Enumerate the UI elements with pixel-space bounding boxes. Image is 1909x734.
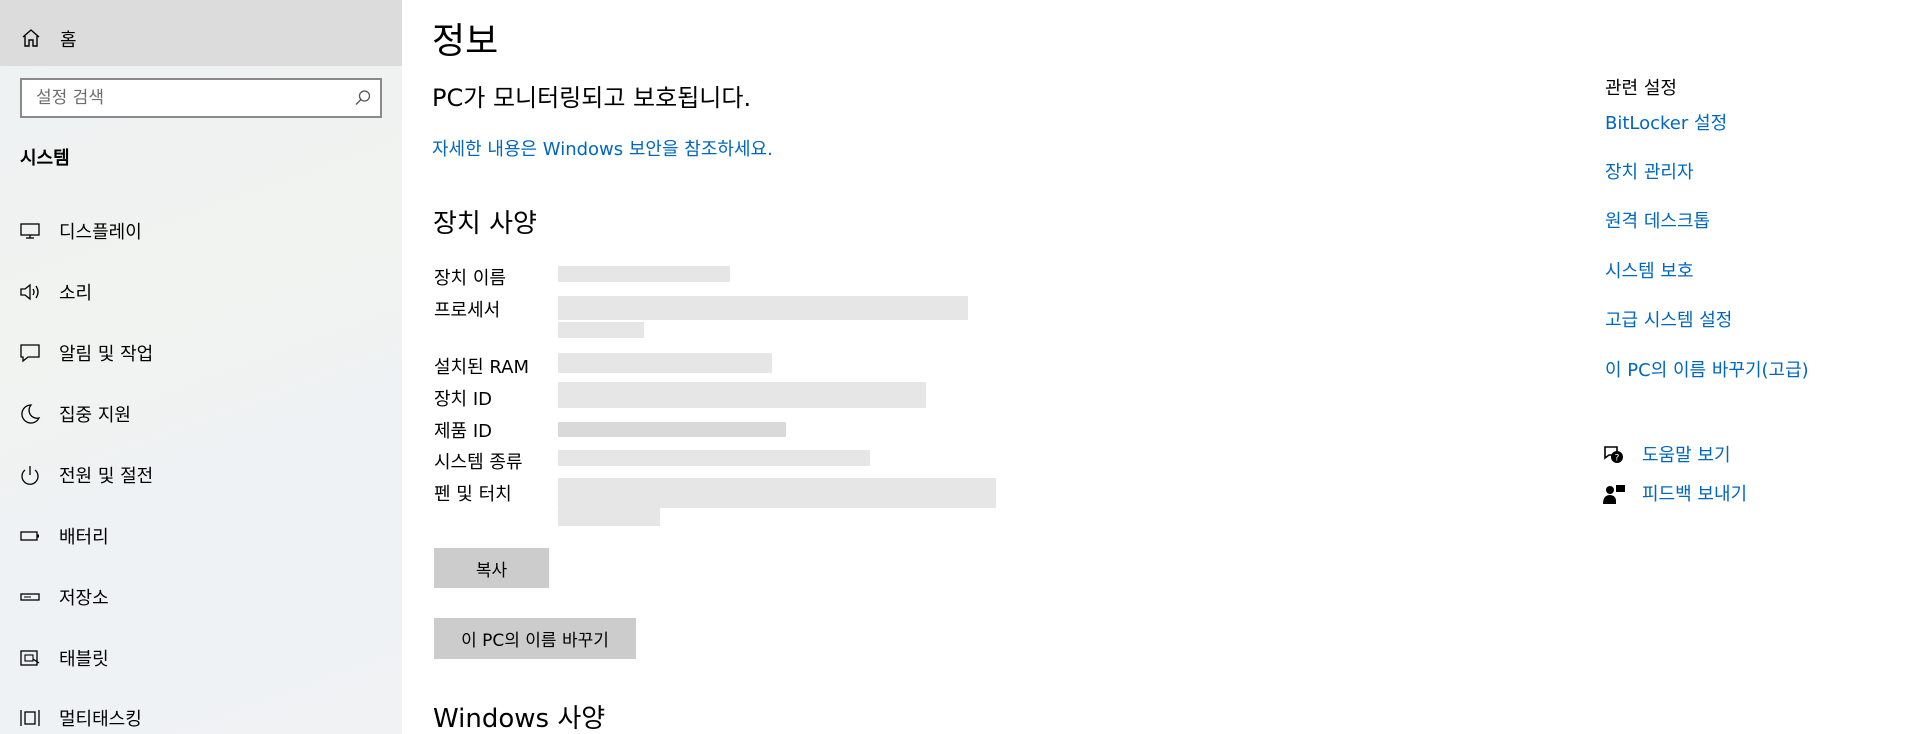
redacted-processor <box>558 296 968 320</box>
spec-label-pen-touch: 펜 및 터치 <box>434 484 512 505</box>
sidebar-item-multitasking[interactable]: 멀티태스킹 <box>0 689 402 734</box>
redacted-ram <box>558 353 772 373</box>
bitlocker-link[interactable]: BitLocker 설정 <box>1605 109 1727 135</box>
redacted-product-id <box>558 422 786 437</box>
sidebar-item-label: 전원 및 절전 <box>59 466 154 487</box>
notification-icon <box>20 344 40 363</box>
sidebar-item-notifications[interactable]: 알림 및 작업 <box>0 324 402 380</box>
remote-desktop-link[interactable]: 원격 데스크톱 <box>1605 207 1710 233</box>
search-input[interactable] <box>22 80 342 116</box>
tablet-icon <box>20 650 40 666</box>
sidebar-item-label: 멀티태스킹 <box>59 709 142 730</box>
device-specs-heading: 장치 사양 <box>433 209 537 239</box>
spec-label-product-id: 제품 ID <box>434 421 493 442</box>
protection-status: PC가 모니터링되고 보호됩니다. <box>432 84 752 112</box>
rename-pc-advanced-link[interactable]: 이 PC의 이름 바꾸기(고급) <box>1605 356 1809 382</box>
multitasking-icon <box>20 710 40 726</box>
device-manager-link[interactable]: 장치 관리자 <box>1605 158 1694 184</box>
page-title: 정보 <box>432 21 499 62</box>
get-help-label: 도움말 보기 <box>1642 445 1731 466</box>
sidebar-section-title: 시스템 <box>20 148 70 169</box>
spec-label-processor: 프로세서 <box>434 300 501 321</box>
power-icon <box>21 466 39 485</box>
sidebar-item-battery[interactable]: 배터리 <box>0 507 402 563</box>
sidebar-home-label: 홈 <box>60 30 77 51</box>
sidebar-item-label: 배터리 <box>59 527 109 548</box>
sound-icon <box>20 283 39 301</box>
related-settings-title: 관련 설정 <box>1605 78 1677 99</box>
rename-pc-button[interactable]: 이 PC의 이름 바꾸기 <box>434 618 636 659</box>
storage-icon <box>20 593 40 601</box>
svg-text:?: ? <box>1615 454 1620 464</box>
sidebar: 홈 시스템 디스플레이 소리 알림 및 작업 <box>0 0 402 734</box>
display-icon <box>20 223 40 239</box>
windows-specs-heading: Windows 사양 <box>433 704 606 734</box>
sidebar-item-label: 알림 및 작업 <box>59 344 154 365</box>
sidebar-item-label: 소리 <box>59 283 93 304</box>
sidebar-home[interactable]: 홈 <box>0 0 402 66</box>
focus-assist-icon <box>21 404 41 424</box>
home-icon <box>22 29 40 47</box>
sidebar-item-label: 저장소 <box>59 588 109 609</box>
sidebar-item-power[interactable]: 전원 및 절전 <box>0 446 402 502</box>
advanced-system-settings-link[interactable]: 고급 시스템 설정 <box>1605 306 1732 332</box>
battery-icon <box>20 531 39 541</box>
sidebar-item-label: 태블릿 <box>59 649 109 670</box>
redacted-device-name <box>558 266 730 282</box>
sidebar-item-label: 디스플레이 <box>59 222 142 243</box>
redacted-device-id <box>558 382 926 408</box>
spec-label-system-type: 시스템 종류 <box>434 452 523 473</box>
sidebar-item-display[interactable]: 디스플레이 <box>0 202 402 258</box>
send-feedback-label: 피드백 보내기 <box>1642 484 1748 505</box>
spec-label-device-id: 장치 ID <box>434 389 493 410</box>
feedback-icon <box>1603 485 1625 504</box>
sidebar-item-label: 집중 지원 <box>59 405 131 426</box>
redacted-system-type <box>558 450 870 466</box>
spec-label-ram: 설치된 RAM <box>434 357 530 378</box>
redacted-processor-line2 <box>558 322 644 338</box>
sidebar-item-sound[interactable]: 소리 <box>0 263 402 319</box>
redacted-pen-touch-line2 <box>558 508 660 526</box>
windows-security-link[interactable]: 자세한 내용은 Windows 보안을 참조하세요. <box>432 135 773 161</box>
system-protection-link[interactable]: 시스템 보호 <box>1605 257 1694 283</box>
sidebar-item-focus-assist[interactable]: 집중 지원 <box>0 385 402 441</box>
copy-button[interactable]: 복사 <box>434 548 549 588</box>
sidebar-item-tablet[interactable]: 태블릿 <box>0 629 402 685</box>
help-icon: ? <box>1604 446 1623 464</box>
sidebar-item-storage[interactable]: 저장소 <box>0 568 402 624</box>
spec-label-device-name: 장치 이름 <box>434 268 506 289</box>
redacted-pen-touch <box>558 478 996 508</box>
search-icon[interactable] <box>354 89 372 107</box>
search-box[interactable] <box>20 78 382 118</box>
